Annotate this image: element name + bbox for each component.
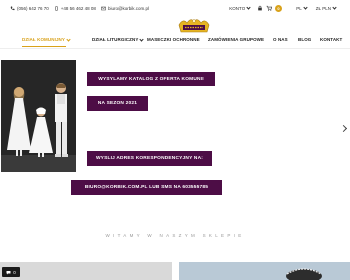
nav-item-dzial-liturgiczny[interactable]: DZIAŁ LITURGICZNY bbox=[92, 36, 145, 42]
chevron-down-icon bbox=[332, 5, 337, 10]
chat-icon bbox=[6, 270, 11, 274]
currency-select[interactable]: ZŁ PLN bbox=[315, 5, 337, 11]
chat-button[interactable]: 0 bbox=[2, 267, 20, 277]
category-image-right[interactable] bbox=[179, 262, 350, 280]
category-image-left[interactable] bbox=[0, 262, 172, 280]
nav-label: MASECZKI OCHRONNE bbox=[147, 37, 200, 42]
hero-line-1-text: WYSYLAMY KATALOG Z OFERTA KOMUNII bbox=[98, 76, 204, 82]
top-bar: (056) 642 76 70 +48 56 462 48 08 biuro@k… bbox=[0, 0, 350, 16]
phone-2-text: +48 56 462 48 08 bbox=[60, 5, 96, 11]
chevron-down-icon bbox=[139, 36, 145, 42]
nav-item-kontakt[interactable]: KONTAKT bbox=[320, 37, 342, 42]
cart-count-badge: 0 bbox=[275, 4, 282, 12]
hero-line-2-text: NA SEZON 2021 bbox=[97, 101, 138, 106]
currency-label: ZŁ PLN bbox=[315, 5, 331, 11]
phone-1-text: (056) 642 76 70 bbox=[17, 5, 49, 11]
welcome-heading: WITAMY W NASZYM SKLEPIE bbox=[105, 233, 245, 238]
korbik-logo[interactable] bbox=[177, 17, 211, 35]
main-nav: DZIAŁ KOMUNIJNY DZIAŁ LITURGICZNY MASECZ… bbox=[0, 35, 350, 49]
hero-line-3-text: WYSLIJ ADRES KORESPONDENCYJNY NA: bbox=[95, 156, 204, 161]
cart-icon bbox=[266, 5, 272, 11]
language-select[interactable]: PL bbox=[296, 5, 308, 11]
nav-item-o-nas[interactable]: O NAS bbox=[273, 37, 288, 42]
hero-line-3: WYSLIJ ADRES KORESPONDENCYJNY NA: bbox=[87, 151, 212, 166]
hero-line-1: WYSYLAMY KATALOG Z OFERTA KOMUNII bbox=[87, 72, 215, 86]
phone-1[interactable]: (056) 642 76 70 bbox=[10, 6, 49, 11]
communion-children-photo bbox=[1, 60, 76, 172]
chevron-down-icon bbox=[66, 36, 71, 42]
nav-item-maseczki[interactable]: MASECZKI OCHRONNE bbox=[147, 37, 200, 42]
lock-icon bbox=[258, 5, 262, 11]
hero-line-4-text: BIURO@KORBIK.COM.PL LUB SMS NA 603555785 bbox=[84, 185, 209, 190]
nav-label: O NAS bbox=[273, 37, 288, 42]
email-text: biuro@korbik.com.pl bbox=[107, 5, 150, 11]
nav-item-blog[interactable]: BLOG bbox=[298, 37, 311, 42]
nav-label: DZIAŁ LITURGICZNY bbox=[92, 37, 139, 42]
hero-line-2: NA SEZON 2021 bbox=[87, 96, 148, 111]
hero-banner: WYSYLAMY KATALOG Z OFERTA KOMUNII NA SEZ… bbox=[0, 60, 350, 205]
mobile-icon bbox=[55, 5, 58, 11]
account-label: KONTO bbox=[229, 5, 246, 11]
language-label: PL bbox=[296, 5, 302, 11]
account-menu[interactable]: KONTO bbox=[229, 5, 251, 11]
chevron-down-icon bbox=[303, 5, 308, 10]
email-link[interactable]: biuro@korbik.com.pl bbox=[101, 6, 149, 11]
nav-label: ZAMÓWIENIA GRUPOWE bbox=[208, 37, 265, 42]
active-nav-underline bbox=[22, 46, 66, 47]
nav-divider bbox=[0, 48, 350, 49]
phone-icon bbox=[10, 6, 15, 10]
hero-line-4: BIURO@KORBIK.COM.PL LUB SMS NA 603555785 bbox=[71, 180, 222, 195]
chevron-down-icon bbox=[246, 5, 251, 10]
cart-button[interactable]: 0 bbox=[257, 4, 287, 12]
nav-label: KONTAKT bbox=[320, 37, 343, 42]
chat-count: 0 bbox=[13, 269, 16, 275]
nav-item-dzial-komunijny[interactable]: DZIAŁ KOMUNIJNY bbox=[22, 36, 71, 42]
phone-2[interactable]: +48 56 462 48 08 bbox=[54, 6, 96, 11]
slider-next-arrow-icon[interactable] bbox=[339, 124, 348, 133]
nav-label: DZIAŁ KOMUNIJNY bbox=[22, 37, 65, 42]
mail-icon bbox=[101, 6, 106, 10]
nav-label: BLOG bbox=[298, 37, 312, 42]
nav-item-zamowienia[interactable]: ZAMÓWIENIA GRUPOWE bbox=[208, 37, 264, 42]
